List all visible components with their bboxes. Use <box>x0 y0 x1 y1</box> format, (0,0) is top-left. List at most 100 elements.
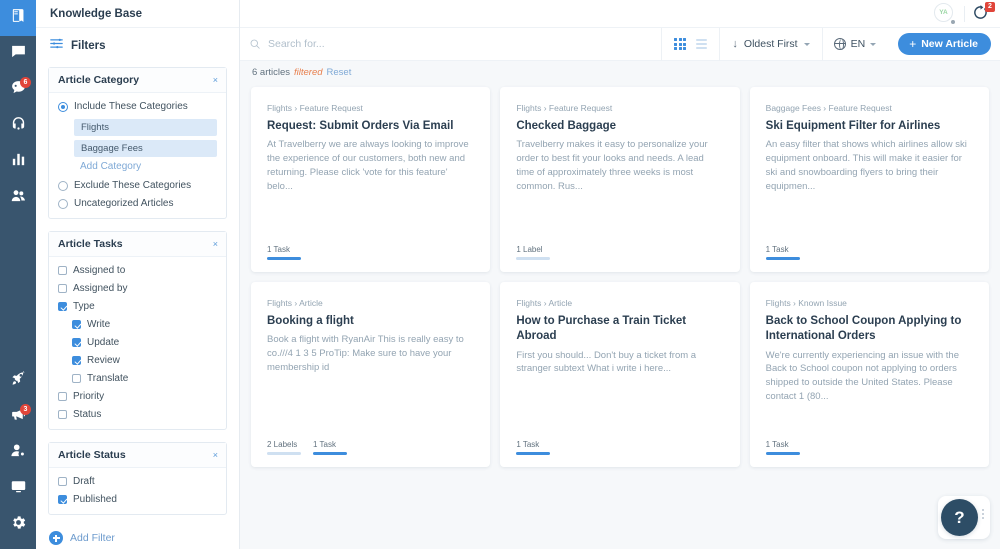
breadcrumb: Flights › Feature Request <box>267 103 363 113</box>
radio-button[interactable] <box>58 180 68 191</box>
article-meta-badge[interactable]: 1 Label <box>516 245 551 260</box>
checkbox[interactable] <box>58 284 67 293</box>
filter-option-label: Uncategorized Articles <box>74 198 174 209</box>
reset-filters-link[interactable]: Reset <box>327 67 352 78</box>
close-icon[interactable]: × <box>213 450 218 460</box>
filter-option-include-these-categories[interactable]: Include These Categories <box>58 101 217 112</box>
close-icon[interactable]: × <box>213 75 218 85</box>
more-options-icon[interactable] <box>982 509 984 519</box>
article-meta-badge[interactable]: 1 Task <box>765 440 800 455</box>
checkbox[interactable] <box>72 338 81 347</box>
article-meta-badge[interactable]: 1 Task <box>516 440 551 455</box>
filter-option-assigned-to[interactable]: Assigned to <box>58 265 217 276</box>
filter-card: Article Category × Include These Categorie… <box>48 67 227 219</box>
close-icon[interactable]: × <box>213 239 218 249</box>
rail-item-contacts[interactable] <box>0 180 36 216</box>
rail-bottom-group: 3 <box>0 363 36 543</box>
article-card[interactable]: Flights › Feature Request Request: Submit… <box>251 87 491 272</box>
checkbox[interactable] <box>72 356 81 365</box>
article-title: Ski Equipment Filter for Airlines <box>765 120 941 132</box>
article-meta-badge[interactable]: 1 Task <box>313 440 347 455</box>
search-icon <box>250 39 260 49</box>
article-card[interactable]: Flights › Article How to Purchase a Train… <box>500 282 740 467</box>
filter-card-body: Include These Categories Flights Baggage F… <box>49 93 226 218</box>
filter-option-published[interactable]: Published <box>58 494 217 505</box>
view-toggle-group <box>662 37 719 51</box>
badge-label: 1 Task <box>516 440 540 449</box>
new-article-button[interactable]: + New Article <box>898 33 991 55</box>
add-filter-button[interactable]: Add Filter <box>36 527 239 545</box>
article-excerpt: Travelberry makes it easy to personalize… <box>516 139 708 192</box>
list-view-icon[interactable] <box>696 38 708 50</box>
app-root: 6 3 Knowledge Base Filters Article Categ… <box>0 0 1000 549</box>
article-meta-badge[interactable]: 1 Task <box>765 245 800 260</box>
radio-button[interactable] <box>58 101 68 112</box>
checkbox[interactable] <box>58 302 67 311</box>
rail-item-user-settings[interactable] <box>0 435 36 471</box>
radio-button[interactable] <box>58 198 68 209</box>
rail-item-whats-new[interactable] <box>0 363 36 399</box>
checkbox[interactable] <box>58 266 67 275</box>
badge-bar <box>516 452 551 455</box>
avatar[interactable]: YA <box>934 2 956 25</box>
rail-item-announcements[interactable]: 3 <box>0 399 36 435</box>
badge-bar <box>765 257 800 260</box>
rail-item-display[interactable] <box>0 471 36 507</box>
knowledge-base-icon <box>10 7 27 29</box>
category-pill[interactable]: Flights <box>74 119 217 136</box>
add-category-link[interactable]: Add Category <box>80 161 217 172</box>
checkbox[interactable] <box>72 320 81 329</box>
filter-option-label: Published <box>73 494 117 505</box>
filter-option-type[interactable]: Type <box>58 301 217 312</box>
filter-option-update[interactable]: Update <box>72 337 217 348</box>
filter-option-write[interactable]: Write <box>72 319 217 330</box>
language-dropdown[interactable]: EN <box>823 38 888 51</box>
filter-option-review[interactable]: Review <box>72 355 217 366</box>
checkbox[interactable] <box>58 477 67 486</box>
checkbox[interactable] <box>58 392 67 401</box>
article-card[interactable]: Flights › Article Booking a flight Book a … <box>251 282 491 467</box>
help-button[interactable]: ? <box>941 499 978 536</box>
checkbox[interactable] <box>58 410 67 419</box>
filter-option-assigned-by[interactable]: Assigned by <box>58 283 217 294</box>
article-excerpt: At Travelberry we are always looking to … <box>267 139 469 192</box>
article-card-footer: 1 Task <box>516 440 723 455</box>
article-card-grid: Flights › Feature Request Request: Submit… <box>240 83 1000 549</box>
breadcrumb: Flights › Feature Request <box>516 103 613 113</box>
search-input[interactable] <box>268 38 588 50</box>
rail-item-support[interactable] <box>0 108 36 144</box>
filter-option-draft[interactable]: Draft <box>58 476 217 487</box>
article-card[interactable]: Flights › Feature Request Checked Baggage… <box>500 87 740 272</box>
article-card[interactable]: Flights › Known Issue Back to School Coup… <box>749 282 989 467</box>
filter-option-status[interactable]: Status <box>58 409 217 420</box>
category-pill[interactable]: Baggage Fees <box>74 140 217 157</box>
filter-option-exclude-these-categories[interactable]: Exclude These Categories <box>58 180 217 191</box>
filter-card-header: Article Status × <box>49 443 226 468</box>
sort-dropdown[interactable]: ↓ Oldest First <box>720 38 821 50</box>
rail-item-conversations[interactable]: 6 <box>0 72 36 108</box>
rail-item-reports[interactable] <box>0 144 36 180</box>
rail-item-messages[interactable] <box>0 36 36 72</box>
filter-option-translate[interactable]: Translate <box>72 373 217 384</box>
filter-option-label: Assigned by <box>73 283 128 294</box>
filter-option-uncategorized-articles[interactable]: Uncategorized Articles <box>58 198 217 209</box>
filter-option-priority[interactable]: Priority <box>58 391 217 402</box>
badge-bar <box>516 257 551 260</box>
filter-card: Article Status × Draft Published <box>48 442 227 515</box>
rail-item-knowledge-base[interactable] <box>0 0 36 36</box>
notifications-button[interactable]: 2 <box>972 1 995 24</box>
rail-item-settings[interactable] <box>0 507 36 543</box>
checkbox[interactable] <box>72 374 81 383</box>
grid-view-icon[interactable] <box>674 37 687 51</box>
checkbox[interactable] <box>58 495 67 504</box>
article-card-footer: 1 Task <box>267 245 474 260</box>
article-meta-badge[interactable]: 2 Labels <box>267 440 301 455</box>
filter-option-label: Translate <box>87 373 129 384</box>
article-meta-badge[interactable]: 1 Task <box>267 245 301 260</box>
breadcrumb: Flights › Known Issue <box>765 298 847 308</box>
breadcrumb: Flights › Article <box>267 298 323 308</box>
toolbar: ↓ Oldest First EN + New Article <box>240 27 1000 61</box>
article-card[interactable]: Baggage Fees › Feature Request Ski Equipm… <box>749 87 989 272</box>
rail-top-group: 6 <box>0 0 36 216</box>
results-count: 6 articles <box>252 66 291 78</box>
